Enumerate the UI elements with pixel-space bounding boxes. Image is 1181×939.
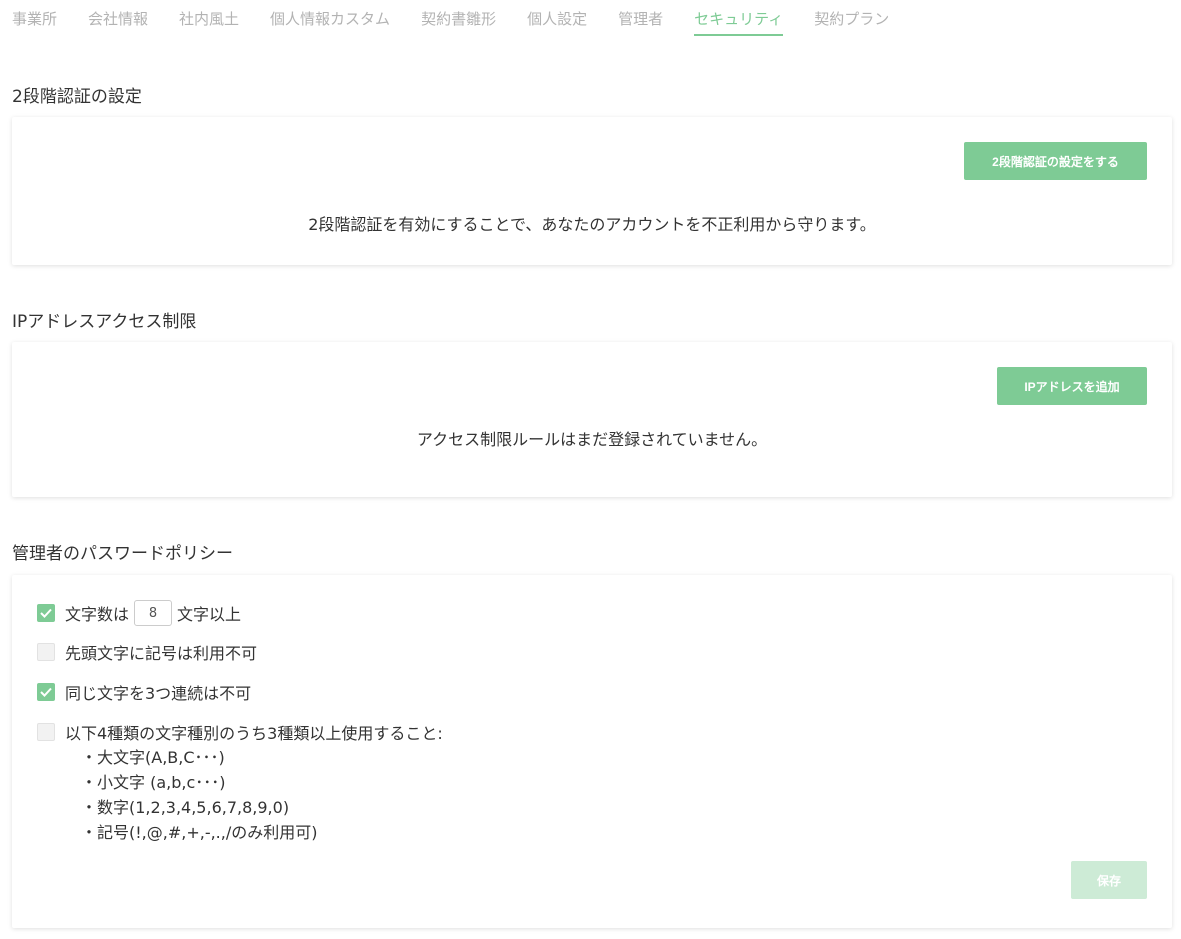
char-type-digits: ・数字(1,2,3,4,5,6,7,8,9,0) [81, 798, 290, 817]
ip-restriction-card: IPアドレスを追加 アクセス制限ルールはまだ登録されていません。 [12, 342, 1172, 497]
two-factor-message: 2段階認証を有効にすることで、あなたのアカウントを不正利用から守ります。 [308, 215, 876, 234]
tab-personal-info-custom[interactable]: 個人情報カスタム [270, 0, 390, 34]
two-factor-title: 2段階認証の設定 [12, 87, 142, 107]
ip-restriction-title: IPアドレスアクセス制限 [12, 312, 197, 332]
tab-company-info[interactable]: 会社情報 [88, 0, 148, 34]
min-length-suffix: 文字以上 [177, 605, 242, 624]
two-factor-card: 2段階認証の設定をする 2段階認証を有効にすることで、あなたのアカウントを不正利… [12, 117, 1172, 265]
no-leading-symbol-row: 先頭文字に記号は利用不可 [37, 641, 257, 663]
no-leading-symbol-label: 先頭文字に記号は利用不可 [65, 644, 258, 663]
char-types-label: 以下4種類の文字種別のうち3種類以上使用すること: [65, 724, 443, 743]
setup-two-factor-button[interactable]: 2段階認証の設定をする [964, 142, 1147, 180]
no-triple-repeat-checkbox[interactable] [37, 683, 55, 701]
tab-administrators[interactable]: 管理者 [618, 0, 663, 34]
ip-restriction-message: アクセス制限ルールはまだ登録されていません。 [416, 430, 768, 449]
tab-personal-settings[interactable]: 個人設定 [527, 0, 587, 34]
add-ip-address-button[interactable]: IPアドレスを追加 [997, 367, 1147, 405]
char-type-uppercase: ・大文字(A,B,C･･･) [81, 748, 225, 767]
char-types-row: 以下4種類の文字種別のうち3種類以上使用すること: [37, 721, 443, 743]
char-type-symbols: ・記号(!,@,#,+,-,.,/のみ利用可) [81, 823, 318, 842]
tab-company-culture[interactable]: 社内風土 [179, 0, 239, 34]
tab-contract-templates[interactable]: 契約書雛形 [421, 0, 496, 34]
no-triple-repeat-label: 同じ文字を3つ連続は不可 [65, 684, 252, 703]
min-length-checkbox[interactable] [37, 604, 55, 622]
no-triple-repeat-row: 同じ文字を3つ連続は不可 [37, 681, 251, 703]
check-icon [40, 608, 52, 618]
char-type-lowercase: ・小文字 (a,b,c･･･) [81, 773, 226, 792]
tab-contract-plan[interactable]: 契約プラン [814, 0, 889, 34]
settings-tabs: 事業所 会社情報 社内風土 個人情報カスタム 契約書雛形 個人設定 管理者 セキ… [12, 0, 920, 36]
char-types-list: ・大文字(A,B,C･･･) ・小文字 (a,b,c･･･) ・数字(1,2,3… [81, 745, 317, 845]
min-length-prefix: 文字数は [65, 605, 130, 624]
char-types-checkbox[interactable] [37, 723, 55, 741]
password-policy-card: 文字数は 文字以上 先頭文字に記号は利用不可 同じ文字を3つ連続は不可 以下4種… [12, 575, 1172, 928]
no-leading-symbol-checkbox[interactable] [37, 643, 55, 661]
save-button[interactable]: 保存 [1071, 861, 1147, 899]
password-policy-title: 管理者のパスワードポリシー [12, 544, 233, 564]
min-length-input[interactable] [134, 600, 173, 626]
tab-security[interactable]: セキュリティ [694, 0, 784, 36]
tab-office[interactable]: 事業所 [12, 0, 57, 34]
min-length-row: 文字数は 文字以上 [37, 599, 241, 627]
check-icon [40, 687, 52, 697]
